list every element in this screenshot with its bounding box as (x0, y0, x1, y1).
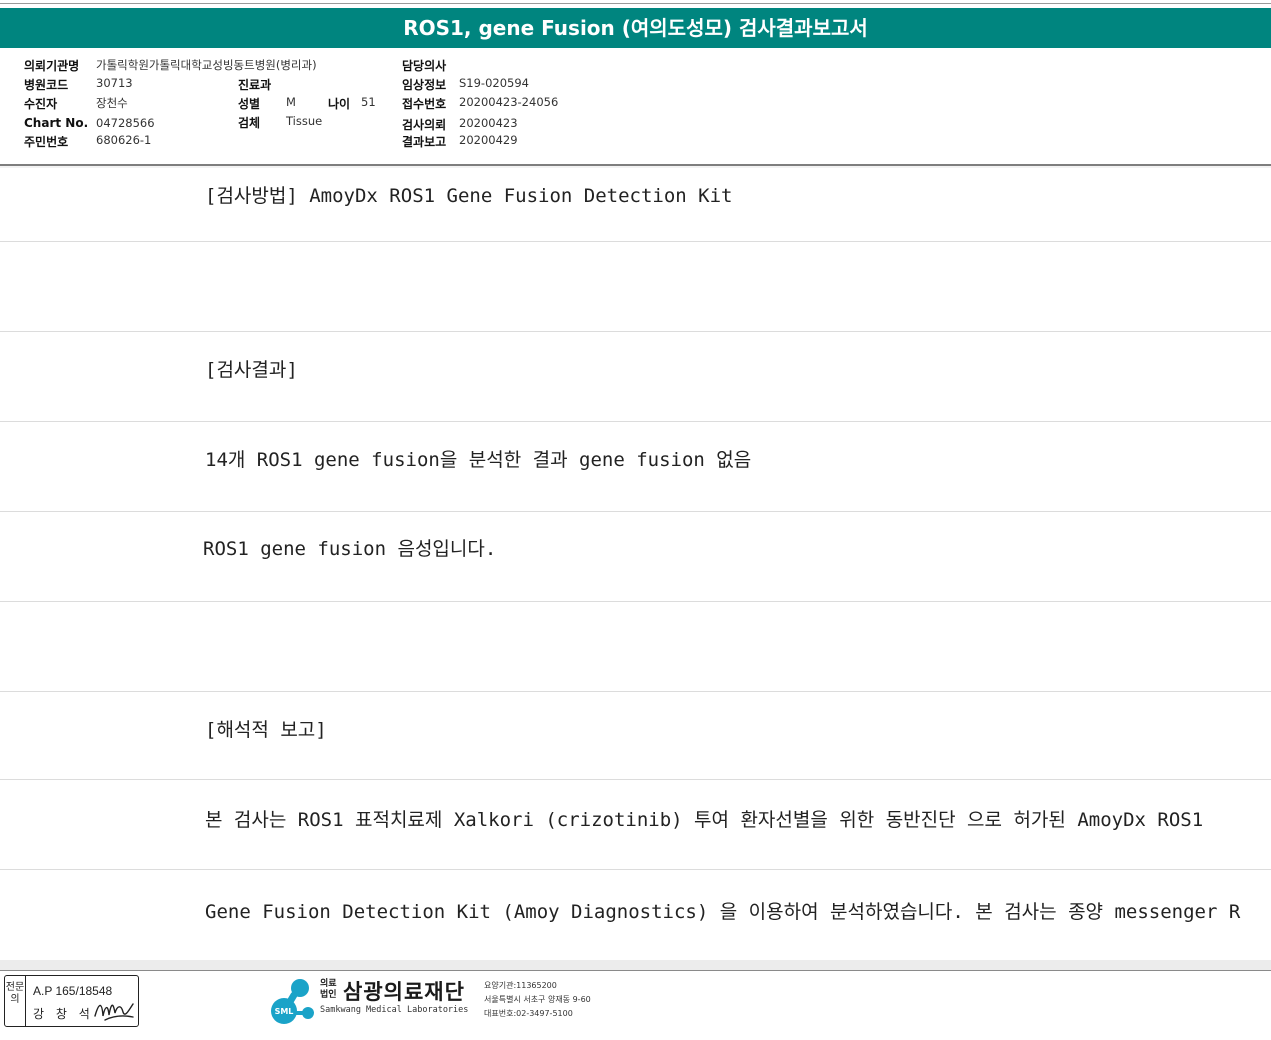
report-line-text: 14개 ROS1 gene fusion을 분석한 결과 gene fusion… (205, 449, 752, 471)
report-line: 14개 ROS1 gene fusion을 분석한 결과 gene fusion… (0, 422, 1271, 512)
chart-no-value: 04728566 (96, 116, 155, 130)
institution-label: 의뢰기관명 (24, 59, 80, 73)
sex-label: 성별 (238, 97, 261, 111)
clinical-info-value: S19-020594 (459, 76, 529, 90)
request-date-value: 20200423 (459, 116, 518, 130)
logo-address: 서울특별시 서초구 양재동 9-60 (484, 995, 591, 1004)
report-date-label: 결과보고 (402, 135, 447, 149)
logo-name: 삼광의료재단 (343, 980, 465, 1004)
report-line: [해석적 보고] (0, 690, 1271, 780)
hospital-code-value: 30713 (96, 76, 133, 90)
report-line-text: [검사방법] AmoyDx ROS1 Gene Fusion Detection… (205, 185, 733, 207)
age-value: 51 (361, 95, 376, 109)
specimen-label: 검체 (238, 116, 261, 130)
resident-no-label: 주민번호 (24, 135, 69, 149)
chart-no-label: Chart No. (24, 116, 89, 130)
report-line: [검사방법] AmoyDx ROS1 Gene Fusion Detection… (0, 168, 1271, 242)
logo-corp-type: 의료 법인 (320, 979, 337, 1000)
report-line-text: Gene Fusion Detection Kit (Amoy Diagnost… (205, 901, 1241, 923)
hospital-code-label: 병원코드 (24, 78, 69, 92)
report-line (0, 242, 1271, 332)
logo-badge: SML (275, 1007, 294, 1016)
report-line-text: ROS1 gene fusion 음성입니다. (203, 538, 497, 560)
sml-logo-icon: SML (271, 979, 314, 1024)
report-body: [검사방법] AmoyDx ROS1 Gene Fusion Detection… (0, 168, 1271, 960)
request-date-label: 검사의뢰 (402, 118, 447, 132)
logo-english-name: Samkwang Medical Laboratories (320, 1005, 469, 1015)
receipt-no-value: 20200423-24056 (459, 95, 559, 109)
receipt-no-label: 접수번호 (402, 97, 447, 111)
signature-mark (94, 1003, 134, 1021)
patient-info-panel: 의뢰기관명 가톨릭학원가톨릭대학교성빙동트병원(병리과) 병원코드 30713 … (0, 50, 1271, 164)
report-line-text: 본 검사는 ROS1 표적치료제 Xalkori (crizotinib) 투여… (205, 809, 1204, 831)
report-line: 본 검사는 ROS1 표적치료제 Xalkori (crizotinib) 투여… (0, 780, 1271, 870)
report-line: Gene Fusion Detection Kit (Amoy Diagnost… (0, 870, 1271, 960)
logo-phone: 대표번호:02-3497-5100 (484, 1009, 573, 1018)
recipient-label: 수진자 (24, 97, 58, 111)
license-number: A.P 165/18548 (33, 984, 113, 998)
specialist-name: 강 창 석 (33, 1007, 94, 1021)
footer-rule (0, 970, 1271, 971)
report-line-text: [해석적 보고] (205, 719, 327, 741)
doctor-label: 담당의사 (402, 59, 447, 73)
stamp-side-label: 전문의 (5, 976, 26, 1026)
report-line (0, 602, 1271, 692)
specialist-stamp: 전문의 A.P 165/18548 강 창 석 (4, 975, 139, 1027)
report-line-text: [검사결과] (205, 359, 298, 381)
care-institution-number: 요양기관:11365200 (484, 981, 557, 990)
recipient-value: 장천수 (96, 96, 128, 110)
age-label: 나이 (328, 97, 351, 111)
report-date-value: 20200429 (459, 133, 518, 147)
report-line: [검사결과] (0, 332, 1271, 422)
top-rule (0, 3, 1271, 4)
institution-value: 가톨릭학원가톨릭대학교성빙동트병원(병리과) (96, 58, 317, 72)
sex-value: M (286, 95, 296, 109)
report-title: ROS1, gene Fusion (여의도성모) 검사결과보고서 (0, 8, 1271, 48)
department-label: 진료과 (238, 78, 272, 92)
clinical-info-label: 임상정보 (402, 78, 447, 92)
footer-band (0, 960, 1271, 970)
report-line: ROS1 gene fusion 음성입니다. (0, 512, 1271, 602)
specimen-value: Tissue (286, 114, 323, 128)
resident-no-value: 680626-1 (96, 133, 152, 147)
